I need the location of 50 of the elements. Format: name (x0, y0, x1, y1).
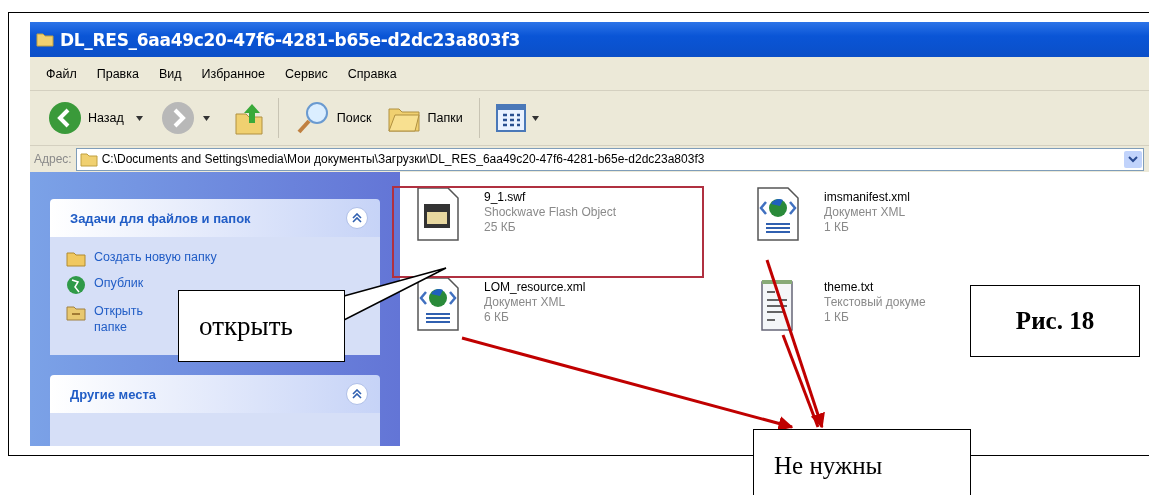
xml-document-icon (754, 186, 802, 244)
xml-document-icon (414, 276, 462, 334)
collapse-icon[interactable] (346, 383, 368, 405)
file-type: Документ XML (484, 295, 567, 309)
file-type: Документ XML (824, 205, 907, 219)
folder-icon (79, 151, 98, 167)
panel-header[interactable]: Другие места (50, 375, 380, 413)
chevron-down-icon (1128, 155, 1138, 163)
file-size: 6 КБ (484, 310, 510, 324)
address-field[interactable]: C:\Documents and Settings\media\Мои документы\Загрузки\DL_RES_6aa49c20-47f6-4281-b65e-d2dc23a803f3 (75, 147, 1144, 171)
file-type: Текстовый докуме (824, 295, 926, 309)
panel-header[interactable]: Задачи для файлов и папок (50, 199, 380, 237)
folder-icon (36, 32, 54, 47)
folder-icon (66, 249, 86, 267)
search-button[interactable]: Поиск (290, 98, 376, 138)
film-document-icon (414, 186, 462, 244)
file-name[interactable]: 9_1.swf (484, 190, 617, 204)
caret-icon[interactable] (202, 115, 210, 121)
address-label: Адрес: (34, 152, 72, 166)
panel-title: Задачи для файлов и папок (70, 210, 251, 226)
menu-item[interactable]: Избранное (201, 66, 265, 81)
file-name[interactable]: imsmanifest.xml (824, 190, 910, 204)
file-size: 25 КБ (484, 220, 517, 234)
panel-title: Другие места (70, 386, 156, 402)
folder-icon (66, 303, 86, 321)
menu-item[interactable]: Вид (158, 66, 182, 81)
file-size: 1 КБ (824, 220, 850, 234)
file-name[interactable]: LOM_resource.xml (484, 280, 586, 294)
task-link[interactable]: Опублик (94, 275, 144, 291)
globe-icon (66, 275, 86, 295)
caret-icon (531, 115, 539, 121)
file-name[interactable]: theme.txt (824, 280, 926, 294)
callout: открыть (178, 290, 345, 362)
caret-icon[interactable] (135, 115, 143, 121)
folders-button[interactable]: Папки (383, 101, 467, 135)
menu-item[interactable]: Сервис (284, 66, 328, 81)
back-button[interactable]: Назад (44, 99, 128, 137)
note-label: Не нужны (753, 429, 971, 495)
menu-item[interactable]: Правка (96, 66, 139, 81)
figure-label: Рис. 18 (970, 285, 1140, 357)
file-type: Shockwave Flash Object (484, 205, 617, 219)
window-title: DL_RES_6aa49c20-47f6-4281-b65e-d2dc23a803f3 (60, 29, 520, 50)
file-size: 1 КБ (824, 310, 850, 324)
menu-item[interactable]: Справка (347, 66, 397, 81)
dropdown-button[interactable] (1124, 150, 1142, 168)
task-link[interactable]: Открыть папке (94, 303, 144, 335)
view-grid-icon (495, 104, 526, 132)
menu-item[interactable]: Файл (46, 66, 77, 81)
collapse-icon[interactable] (346, 207, 368, 229)
task-link[interactable]: Создать новую папку (94, 249, 217, 265)
